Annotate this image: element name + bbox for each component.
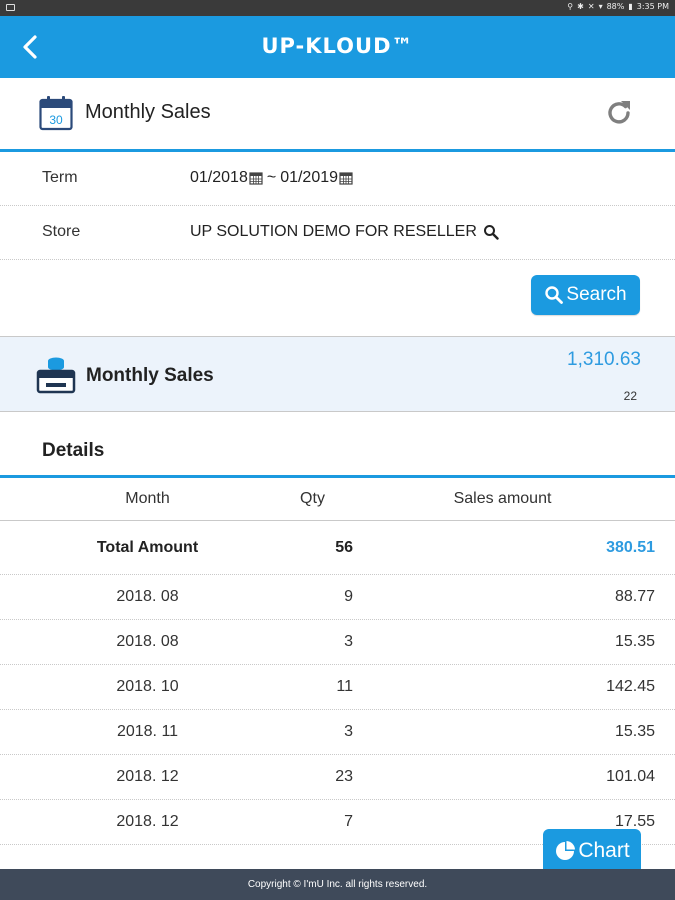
total-qty: 56 xyxy=(335,538,353,556)
copyright-text: Copyright © I'mU Inc. all rights reserve… xyxy=(247,879,428,890)
row-qty: 7 xyxy=(344,813,353,830)
row-qty: 23 xyxy=(335,768,353,785)
term-separator: ~ xyxy=(266,169,277,186)
store-label: Store xyxy=(42,223,81,240)
page-header: 30 Monthly Sales xyxy=(0,78,675,152)
calendar-day: 30 xyxy=(49,113,63,127)
calendar-small-icon[interactable] xyxy=(339,171,353,185)
footer: Copyright © I'mU Inc. all rights reserve… xyxy=(0,869,675,900)
total-amount: 380.51 xyxy=(606,538,655,556)
search-button[interactable]: Search xyxy=(531,275,640,315)
store-name[interactable]: UP SOLUTION DEMO FOR RESELLER xyxy=(190,223,477,241)
row-month: 2018. 11 xyxy=(116,723,179,740)
table-row[interactable]: 2018. 10 11 142.45 xyxy=(0,665,675,710)
calendar-small-icon[interactable] xyxy=(249,171,263,185)
table-row[interactable]: 2018. 11 3 15.35 xyxy=(0,710,675,755)
cash-register-icon xyxy=(36,357,76,394)
column-header-month: Month xyxy=(125,490,170,507)
row-month: 2018. 10 xyxy=(116,678,179,695)
chart-button[interactable]: Chart xyxy=(543,829,641,872)
row-amount: 142.45 xyxy=(606,678,655,695)
calendar-icon: 30 xyxy=(39,96,73,131)
app-bar: UP-KLOUD™ xyxy=(0,16,675,78)
search-button-label: Search xyxy=(566,284,627,305)
total-label: Total Amount xyxy=(96,538,199,556)
term-label: Term xyxy=(42,169,78,186)
table-row[interactable]: 2018. 08 3 15.35 xyxy=(0,620,675,665)
term-from-field[interactable]: 01/2018 xyxy=(190,169,248,187)
table-row[interactable]: 2018. 08 9 88.77 xyxy=(0,575,675,620)
battery-level: 88% xyxy=(606,2,625,11)
term-value: 01/2018 ~ 01/2019 xyxy=(190,169,355,187)
row-month: 2018. 12 xyxy=(116,813,179,830)
store-value: UP SOLUTION DEMO FOR RESELLER xyxy=(190,223,499,241)
row-qty: 3 xyxy=(344,723,353,740)
location-icon: ⚲ xyxy=(567,2,574,11)
page-title: Monthly Sales xyxy=(85,101,211,123)
summary-amount: 1,310.63 xyxy=(567,349,641,370)
search-icon[interactable] xyxy=(483,224,499,240)
status-bar: ⚲ ✱ ✕ ▾ 88% ▮ 3:35 PM xyxy=(0,0,675,16)
row-amount: 15.35 xyxy=(614,633,655,650)
row-amount: 15.35 xyxy=(614,723,655,740)
column-header-qty: Qty xyxy=(300,490,325,507)
refresh-icon[interactable] xyxy=(603,97,635,129)
pie-chart-icon xyxy=(556,840,576,860)
row-qty: 3 xyxy=(344,633,353,650)
term-to-field[interactable]: 01/2019 xyxy=(280,169,338,187)
app-title: UP-KLOUD™ xyxy=(261,34,414,58)
battery-icon: ▮ xyxy=(628,2,633,11)
details-title: Details xyxy=(42,440,105,461)
table-row[interactable]: 2018. 12 23 101.04 xyxy=(0,755,675,800)
store-row: Store UP SOLUTION DEMO FOR RESELLER xyxy=(0,206,675,260)
monthly-sales-summary: Monthly Sales 1,310.63 22 xyxy=(0,337,675,412)
table-row-total: Total Amount 56 380.51 xyxy=(0,521,675,575)
wifi-icon: ▾ xyxy=(598,2,603,11)
mute-icon: ✕ xyxy=(587,2,595,11)
summary-title: Monthly Sales xyxy=(86,365,214,386)
gallery-notification-icon xyxy=(6,4,15,11)
bluetooth-icon: ✱ xyxy=(577,2,584,11)
term-row: Term 01/2018 ~ 01/2019 xyxy=(0,152,675,206)
row-month: 2018. 08 xyxy=(116,633,179,650)
column-header-sales-amount: Sales amount xyxy=(453,490,552,507)
row-amount: 88.77 xyxy=(614,588,655,605)
details-header: Details xyxy=(0,412,675,478)
row-month: 2018. 12 xyxy=(116,768,179,785)
chart-button-label: Chart xyxy=(578,838,630,862)
table-header: Month Qty Sales amount xyxy=(0,478,675,521)
row-qty: 11 xyxy=(336,678,353,695)
clock: 3:35 PM xyxy=(636,2,669,11)
row-amount: 101.04 xyxy=(606,768,655,785)
status-icons: ⚲ ✱ ✕ ▾ 88% ▮ 3:35 PM xyxy=(567,2,669,11)
row-qty: 9 xyxy=(344,588,353,605)
search-area: Search xyxy=(0,260,675,337)
row-month: 2018. 08 xyxy=(116,588,179,605)
summary-count: 22 xyxy=(623,389,637,403)
search-icon xyxy=(545,286,564,304)
